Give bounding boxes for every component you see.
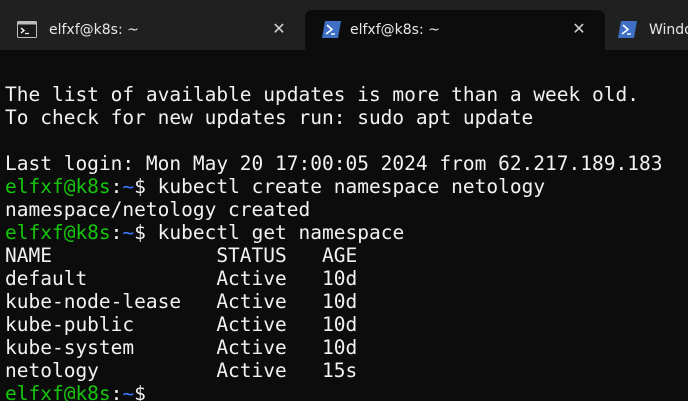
command-line: elfxf@k8s:~$ kubectl get namespace [5,221,404,244]
prompt-sep: : [110,221,123,244]
table-row: kube-system Active 10d [5,336,358,359]
prompt-user: elfxf@k8s [5,175,111,198]
command-text: kubectl create namespace netology [145,175,546,198]
prompt-user: elfxf@k8s [5,221,111,244]
command-line[interactable]: elfxf@k8s:~$ [5,382,146,401]
command-line: elfxf@k8s:~$ kubectl create namespace ne… [5,175,545,198]
tab-title: elfxf@k8s: ~ [49,22,139,38]
prompt-path: ~ [122,221,135,244]
table-header: NAME STATUS AGE [5,244,358,267]
motd-line: To check for new updates run: sudo apt u… [5,106,534,129]
prompt-user: elfxf@k8s [5,382,111,401]
tab-terminal-1[interactable]: elfxf@k8s: ~ ✕ [0,10,302,50]
powershell-icon [618,21,637,38]
prompt-sep: : [110,382,123,401]
table-row: kube-node-lease Active 10d [5,290,358,313]
table-row: kube-public Active 10d [5,313,358,336]
tab-title: Windo [649,22,688,38]
prompt-symbol: $ [134,221,146,244]
prompt-symbol: $ [134,382,146,401]
prompt-symbol: $ [134,175,146,198]
command-output: namespace/netology created [5,198,311,221]
prompt-path: ~ [122,175,135,198]
last-login-line: Last login: Mon May 20 17:00:05 2024 fro… [5,152,663,175]
prompt-sep: : [110,175,123,198]
close-icon[interactable]: ✕ [569,19,589,38]
table-row: netology Active 15s [5,359,358,382]
prompt-path: ~ [122,382,135,401]
command-text: kubectl get namespace [145,221,405,244]
terminal-output[interactable]: The list of available updates is more th… [0,50,688,401]
tab-title: elfxf@k8s: ~ [350,22,440,38]
terminal-icon [17,21,37,38]
motd-line: The list of available updates is more th… [5,83,639,106]
tab-terminal-2[interactable]: elfxf@k8s: ~ ✕ [305,10,605,50]
close-icon[interactable]: ✕ [269,19,289,38]
tab-windows-powershell[interactable]: Windo [605,10,688,50]
table-row: default Active 10d [5,267,358,290]
tab-bar: elfxf@k8s: ~ ✕ elfxf@k8s: ~ ✕ Windo [0,0,688,50]
powershell-icon [322,21,341,38]
